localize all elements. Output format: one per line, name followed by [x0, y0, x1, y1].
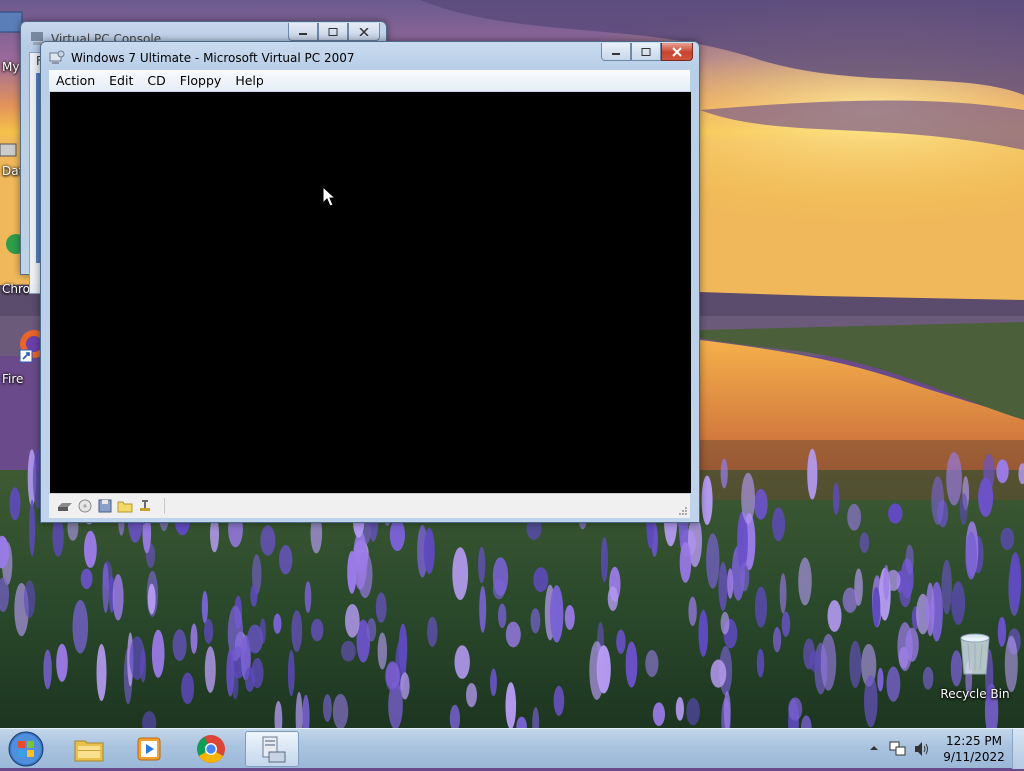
- cd-drive-icon[interactable]: [77, 499, 93, 513]
- virtual-pc-icon: [262, 736, 286, 763]
- folder-icon: [74, 740, 104, 762]
- desktop-icon-label: My: [2, 60, 20, 74]
- show-desktop-button[interactable]: [1012, 729, 1024, 769]
- resize-grip-icon[interactable]: [678, 506, 688, 516]
- desktop-icon-label: Chro: [2, 282, 30, 296]
- clock[interactable]: 12:25 PM 9/11/2022: [938, 733, 1010, 765]
- network-tray-icon[interactable]: [889, 740, 907, 758]
- maximize-icon: [328, 27, 338, 36]
- status-bar: [49, 493, 690, 518]
- window-title: Windows 7 Ultimate - Microsoft Virtual P…: [71, 51, 355, 65]
- virtual-machine-screen[interactable]: [50, 92, 691, 493]
- taskbar-media-player[interactable]: [123, 731, 177, 767]
- maximize-icon: [641, 47, 651, 56]
- menu-floppy[interactable]: Floppy: [173, 70, 229, 91]
- close-button[interactable]: [661, 43, 693, 61]
- close-button[interactable]: [348, 23, 380, 41]
- menu-edit[interactable]: Edit: [102, 70, 140, 91]
- close-icon: [672, 46, 682, 57]
- clock-date: 9/11/2022: [943, 750, 1005, 764]
- desktop-icon-recycle-bin[interactable]: Recycle Bin: [935, 630, 1015, 701]
- windows-start-orb-icon: [8, 731, 44, 767]
- shared-folder-icon[interactable]: [117, 499, 133, 513]
- minimize-icon: [299, 32, 307, 35]
- volume-icon[interactable]: [913, 740, 931, 758]
- floppy-drive-icon[interactable]: [97, 499, 113, 513]
- network-icon[interactable]: [137, 499, 153, 513]
- taskbar-virtual-pc[interactable]: [245, 731, 299, 767]
- desktop-icon-label: Fire: [2, 372, 24, 386]
- minimize-icon: [612, 52, 620, 55]
- close-icon: [359, 27, 369, 36]
- hard-disk-icon[interactable]: [57, 499, 73, 513]
- desktop-icon-label: Recycle Bin: [940, 687, 1010, 701]
- recycle-bin-icon: [960, 633, 990, 675]
- media-player-icon: [137, 737, 161, 761]
- status-separator: [164, 498, 165, 514]
- menu-help[interactable]: Help: [228, 70, 271, 91]
- taskbar-chrome[interactable]: [184, 731, 238, 767]
- minimize-button[interactable]: [601, 43, 631, 61]
- show-hidden-icons-icon[interactable]: [869, 743, 879, 753]
- menu-cd[interactable]: CD: [140, 70, 172, 91]
- maximize-button[interactable]: [318, 23, 348, 41]
- start-button[interactable]: [6, 730, 46, 768]
- taskbar: 12:25 PM 9/11/2022: [0, 728, 1024, 769]
- clock-time: 12:25 PM: [946, 734, 1002, 748]
- menu-action[interactable]: Action: [49, 70, 102, 91]
- mouse-cursor-icon: [322, 186, 336, 207]
- virtual-pc-window[interactable]: Windows 7 Ultimate - Microsoft Virtual P…: [40, 41, 700, 523]
- menu-bar: Action Edit CD Floppy Help: [49, 70, 690, 92]
- taskbar-explorer[interactable]: [62, 731, 116, 767]
- title-bar[interactable]: Windows 7 Ultimate - Microsoft Virtual P…: [41, 42, 699, 72]
- minimize-button[interactable]: [288, 23, 318, 41]
- maximize-button[interactable]: [631, 43, 661, 61]
- virtual-pc-icon: [49, 50, 65, 64]
- chrome-icon: [197, 735, 225, 763]
